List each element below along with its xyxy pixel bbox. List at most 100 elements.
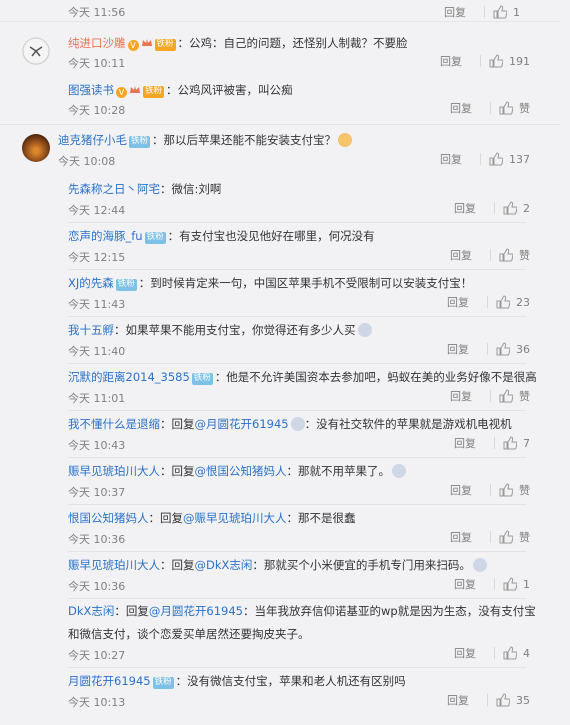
mention-link[interactable]: @赈早见琥珀川大人 [183, 511, 287, 525]
like-button[interactable]: 1 [503, 577, 530, 591]
like-count: 1 [513, 5, 520, 19]
like-count: 赞 [519, 102, 530, 115]
avatar[interactable] [22, 37, 50, 65]
reply-prefix: ：回复 [160, 558, 195, 572]
comment-actions: 回复 赞 [450, 481, 530, 499]
comment-actions: 回复 7 [454, 434, 530, 452]
fan-badge: 铁粉 [115, 279, 137, 291]
reply-button[interactable]: 回复 [450, 100, 484, 116]
fan-badge: 铁粉 [191, 373, 213, 385]
reply-content: 图强读书 V 铁粉 ：公鸡风评被害，叫公痴 [68, 83, 293, 98]
like-button[interactable]: 4 [503, 646, 530, 660]
like-button[interactable]: 赞 [499, 247, 530, 263]
reply-author[interactable]: 恨国公知猪妈人 [68, 511, 149, 525]
reply-button[interactable]: 回复 [450, 247, 484, 263]
reply-button[interactable]: 回复 [454, 435, 488, 451]
mention-link[interactable]: @月圆花开61945 [149, 604, 243, 618]
reply-button[interactable]: 回复 [454, 200, 488, 216]
reply-button[interactable]: 回复 [450, 482, 484, 498]
reply-button[interactable]: 回复 [454, 645, 488, 661]
reply-author[interactable]: 我十五孵 [68, 323, 114, 337]
comment-time: 今天 11:40 [68, 345, 126, 358]
reply-text: ：到时候肯定来一句，中国区苹果手机不受限制可以安装支付宝！ [138, 276, 473, 290]
like-button[interactable]: 赞 [499, 482, 530, 498]
like-button[interactable]: 36 [496, 342, 530, 356]
like-button[interactable]: 赞 [499, 100, 530, 116]
reply-content: DkX志闲：回复@月圆花开61945：当年我放弃信仰诺基亚的wp就是因为生态，没… [68, 600, 538, 646]
comment-author[interactable]: 纯进口沙雕 [68, 36, 126, 50]
crying-emoji-icon [290, 417, 305, 431]
like-button[interactable]: 赞 [499, 529, 530, 545]
avatar[interactable] [22, 134, 50, 162]
reply-author[interactable]: 月圆花开61945 [68, 674, 151, 688]
comment-time: 今天 10:28 [68, 104, 126, 117]
comment-time: 今天 12:15 [68, 251, 126, 264]
reply-author[interactable]: 沉默的距离2014_3585 [68, 370, 190, 384]
mention-link[interactable]: @月圆花开61945 [195, 417, 289, 431]
reply-author[interactable]: XJ的先森 [68, 276, 114, 290]
reply-button[interactable]: 回复 [447, 692, 481, 708]
comment-actions: 回复 35 [447, 691, 530, 709]
reply-button[interactable]: 回复 [447, 294, 481, 310]
thumbs-up-icon [496, 693, 510, 707]
divider [480, 55, 481, 67]
fan-badge: 铁粉 [152, 677, 174, 689]
divider [490, 390, 491, 402]
reply-author[interactable]: 图强读书 [68, 83, 114, 97]
like-count: 36 [516, 342, 530, 356]
reply-content: 恨国公知猪妈人：回复@赈早见琥珀川大人：那不是很蠢 [68, 511, 356, 526]
comment-actions: 回复 赞 [450, 246, 530, 264]
like-count: 2 [523, 201, 530, 215]
reply-author[interactable]: DkX志闲 [68, 604, 114, 618]
like-button[interactable]: 191 [489, 54, 530, 68]
reply-content: 月圆花开61945 铁粉 ：没有微信支付宝，苹果和老人机还有区别吗 [68, 674, 406, 689]
like-button[interactable]: 赞 [499, 388, 530, 404]
like-count: 35 [516, 693, 530, 707]
reply-content: 沉默的距离2014_3585 铁粉 ：他是不允许美国资本去参加吧，蚂蚁在美的业务好像… [68, 370, 537, 385]
thumbs-up-icon [503, 201, 517, 215]
reply-button[interactable]: 回复 [450, 388, 484, 404]
separator [68, 551, 526, 552]
mention-link[interactable]: @DkX志闲 [195, 558, 253, 572]
reply-button[interactable]: 回复 [454, 576, 488, 592]
divider [484, 6, 485, 18]
separator [68, 222, 526, 223]
reply-button[interactable]: 回复 [450, 529, 484, 545]
comment-actions: 回复 1 [444, 3, 520, 21]
reply-button[interactable]: 回复 [447, 341, 481, 357]
mention-link[interactable]: @恨国公知猪妈人 [195, 464, 287, 478]
comment-actions: 回复 2 [454, 199, 530, 217]
comment-partial: 今天 11:56 回复 1 [0, 0, 560, 22]
comment-time: 今天 11:43 [68, 298, 126, 311]
fan-badge: 铁粉 [154, 39, 176, 51]
like-count: 赞 [519, 531, 530, 544]
like-button[interactable]: 7 [503, 436, 530, 450]
scrollbar[interactable] [560, 0, 570, 725]
like-button[interactable]: 23 [496, 295, 530, 309]
separator [68, 598, 526, 599]
like-count: 4 [523, 646, 530, 660]
reply-button[interactable]: 回复 [440, 151, 474, 167]
reply-button[interactable]: 回复 [444, 4, 478, 20]
reply-author[interactable]: 先森称之日丶阿宅 [68, 182, 160, 196]
like-button[interactable]: 2 [503, 201, 530, 215]
reply-author[interactable]: 赈早见琥珀川大人 [68, 464, 160, 478]
reply-author[interactable]: 恋声的海豚_fu [68, 229, 143, 243]
divider [490, 249, 491, 261]
reply-content: XJ的先森 铁粉 ：到时候肯定来一句，中国区苹果手机不受限制可以安装支付宝！ [68, 276, 472, 291]
like-button[interactable]: 1 [493, 5, 520, 19]
reply-text: ：那就不用苹果了。 [286, 464, 391, 478]
thumbs-up-icon [499, 101, 513, 115]
like-button[interactable]: 35 [496, 693, 530, 707]
divider [494, 202, 495, 214]
reply-author[interactable]: 我不懂什么是退缩 [68, 417, 160, 431]
fan-badge: 铁粉 [144, 232, 166, 244]
comment-author[interactable]: 迪克猪仔小毛 [58, 133, 127, 147]
comment-content: 纯进口沙雕 V 铁粉 ：公鸡：自己的问题，还怪别人制裁？不要脸 [68, 36, 408, 51]
comment-time: 今天 10:27 [68, 649, 126, 662]
divider [490, 484, 491, 496]
like-button[interactable]: 137 [489, 152, 530, 166]
reply-author[interactable]: 赈早见琥珀川大人 [68, 558, 160, 572]
reply-button[interactable]: 回复 [440, 53, 474, 69]
separator [68, 504, 526, 505]
